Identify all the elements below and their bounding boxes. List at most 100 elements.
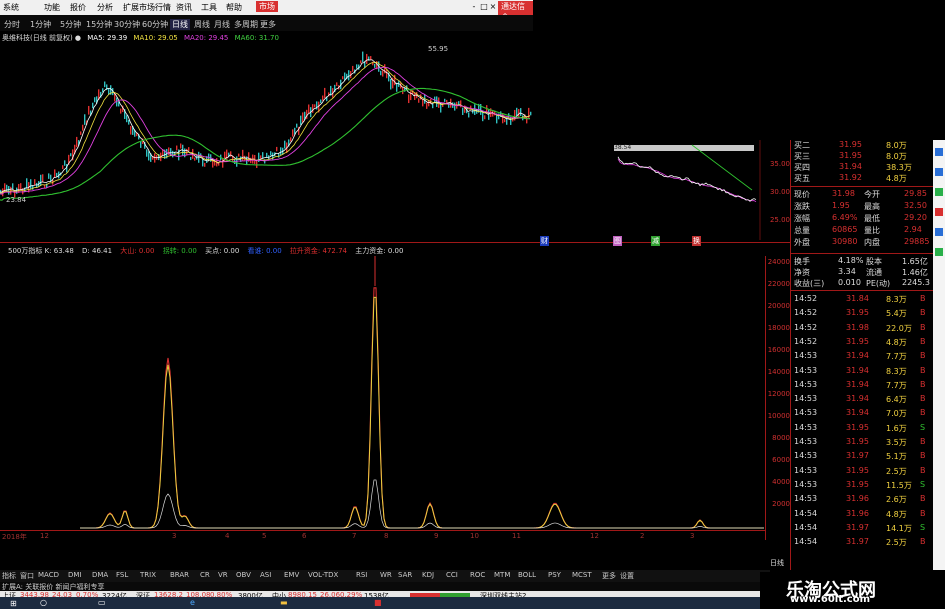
indicator-axis-label: 6000 [772, 456, 790, 464]
tick-time: 14:53 [794, 408, 818, 418]
menu-function[interactable]: 功能 [44, 2, 60, 13]
fundamental-row: 净资 3.34 流通 1.46亿 [794, 267, 934, 278]
event-tag-fin[interactable]: 财 [540, 236, 549, 246]
tick-volume: 4.8万 [886, 509, 907, 519]
order-level-label: 买四 [794, 163, 810, 172]
indicator-tab[interactable]: KDJ [422, 571, 434, 579]
x-axis-label: 11 [512, 532, 521, 540]
menu-analysis[interactable]: 分析 [97, 2, 113, 13]
quote-value: 60865 [832, 225, 858, 234]
period-5min[interactable]: 5分钟 [60, 19, 81, 30]
quote-row: 总量 60865 量比 2.94 [794, 225, 934, 236]
indicator-d-value: D: 46.41 [82, 247, 113, 255]
indicator-tab[interactable]: MCST [572, 571, 592, 579]
indicator-tab[interactable]: BRAR [170, 571, 189, 579]
indicator-axis-label: 22000 [767, 280, 790, 288]
quote-row: 现价 31.98 今开 29.85 [794, 189, 934, 200]
fund-label: 净资 [794, 268, 810, 277]
task-view-icon[interactable]: ▭ [98, 598, 106, 607]
quote-value-2: 2.94 [904, 225, 922, 234]
side-tool-1-icon[interactable] [935, 148, 943, 156]
indicator-tab[interactable]: MTM [494, 571, 510, 579]
side-tool-4-icon[interactable] [935, 208, 943, 216]
indicator-tab[interactable]: CR [200, 571, 210, 579]
close-button[interactable]: × [489, 2, 497, 11]
quote-row: 涨跌 1.95 最高 32.50 [794, 201, 934, 212]
indicator-tab[interactable]: DMA [92, 571, 108, 579]
indicator-tab[interactable]: EMV [284, 571, 299, 579]
indicator-tab[interactable]: ROC [470, 571, 485, 579]
indicator-tab[interactable]: ASI [260, 571, 271, 579]
period-daily[interactable]: 日线 [170, 19, 190, 30]
indicator-tab[interactable]: RSI [356, 571, 367, 579]
tick-volume: 4.8万 [886, 337, 907, 347]
indicator-tab[interactable]: CCI [446, 571, 458, 579]
browser-icon[interactable]: e [190, 598, 195, 607]
indicator-tab[interactable]: MACD [38, 571, 59, 579]
event-tag-reduce[interactable]: 减 [651, 236, 660, 246]
side-tool-3-icon[interactable] [935, 188, 943, 196]
tick-row: 14:54 31.97 14.1万 S [794, 523, 934, 535]
indicator-tab[interactable]: 更多 [602, 571, 616, 581]
menu-system[interactable]: 系统 [3, 2, 19, 13]
tick-time: 14:52 [794, 322, 818, 332]
indicator-tab[interactable]: SAR [398, 571, 412, 579]
indicator-tab[interactable]: DMI [68, 571, 82, 579]
right-daily-tab[interactable]: 日线 [770, 558, 784, 568]
indicator-tab[interactable]: PSY [548, 571, 561, 579]
period-15min[interactable]: 15分钟 [86, 19, 112, 30]
indicator-tab[interactable]: 窗口 [20, 571, 34, 581]
indicator-axis-label: 14000 [767, 368, 790, 376]
indicator-tab[interactable]: TRIX [140, 571, 156, 579]
minimize-button[interactable]: - [470, 2, 478, 11]
indicator-chart[interactable] [0, 256, 765, 530]
menu-info[interactable]: 资讯 [176, 2, 192, 13]
event-tag-exchange[interactable]: 换 [692, 236, 701, 246]
tick-direction: B [920, 351, 926, 361]
menu-tools[interactable]: 工具 [201, 2, 217, 13]
period-1min[interactable]: 1分钟 [30, 19, 51, 30]
kline-chart[interactable]: 55.95 23.84 [0, 42, 533, 242]
period-multi[interactable]: 多周期 [234, 19, 258, 30]
tick-price: 31.97 [846, 451, 869, 461]
period-intraday[interactable]: 分时 [4, 19, 20, 30]
indicator-legend: 500万指标 K: 63.48 D: 46.41 大山: 0.00 拐转: 0.… [2, 246, 403, 256]
indicator-tab[interactable]: OBV [236, 571, 251, 579]
tick-row: 14:53 31.96 2.6万 B [794, 494, 934, 506]
side-tool-6-icon[interactable] [935, 248, 943, 256]
tick-row: 14:53 31.94 8.3万 B [794, 366, 934, 378]
order-level-label: 买二 [794, 141, 810, 150]
event-tag-chart[interactable]: 图 [613, 236, 622, 246]
period-more[interactable]: 更多 [260, 19, 276, 30]
tick-direction: B [920, 336, 926, 346]
indicator-tab[interactable]: VR [218, 571, 228, 579]
period-30min[interactable]: 30分钟 [114, 19, 140, 30]
ma10-value: MA10: 29.05 [133, 34, 178, 42]
maximize-button[interactable]: □ [480, 2, 488, 11]
indicator-tab[interactable]: BOLL [518, 571, 536, 579]
indicator-tab[interactable]: 指标 [2, 571, 16, 581]
side-tool-5-icon[interactable] [935, 228, 943, 236]
tick-time: 14:53 [794, 394, 818, 404]
indicator-tab[interactable]: WR [380, 571, 392, 579]
menu-help[interactable]: 帮助 [226, 2, 242, 13]
menu-quote[interactable]: 报价 [70, 2, 86, 13]
indicator-tab[interactable]: VOL-TDX [308, 571, 338, 579]
tdx-app-icon[interactable]: ■ [374, 598, 382, 607]
order-book-row: 买四 31.94 38.3万 [794, 162, 934, 173]
indicator-tab[interactable]: FSL [116, 571, 128, 579]
menu-extended-market[interactable]: 扩展市场行情 [123, 2, 171, 13]
folder-icon[interactable]: ▬ [280, 598, 288, 607]
period-60min[interactable]: 60分钟 [142, 19, 168, 30]
side-tool-2-icon[interactable] [935, 168, 943, 176]
period-weekly[interactable]: 周线 [194, 19, 210, 30]
indicator-tab[interactable]: 设置 [620, 571, 634, 581]
period-monthly[interactable]: 月线 [214, 19, 230, 30]
search-icon[interactable]: ○ [40, 598, 47, 607]
tick-time: 14:53 [794, 379, 818, 389]
order-level-label: 买五 [794, 174, 810, 183]
x-axis-label: 12 [590, 532, 599, 540]
market-tag[interactable]: 市场 [256, 1, 278, 12]
start-icon[interactable]: ⊞ [10, 599, 17, 608]
tick-price: 31.95 [846, 336, 869, 346]
